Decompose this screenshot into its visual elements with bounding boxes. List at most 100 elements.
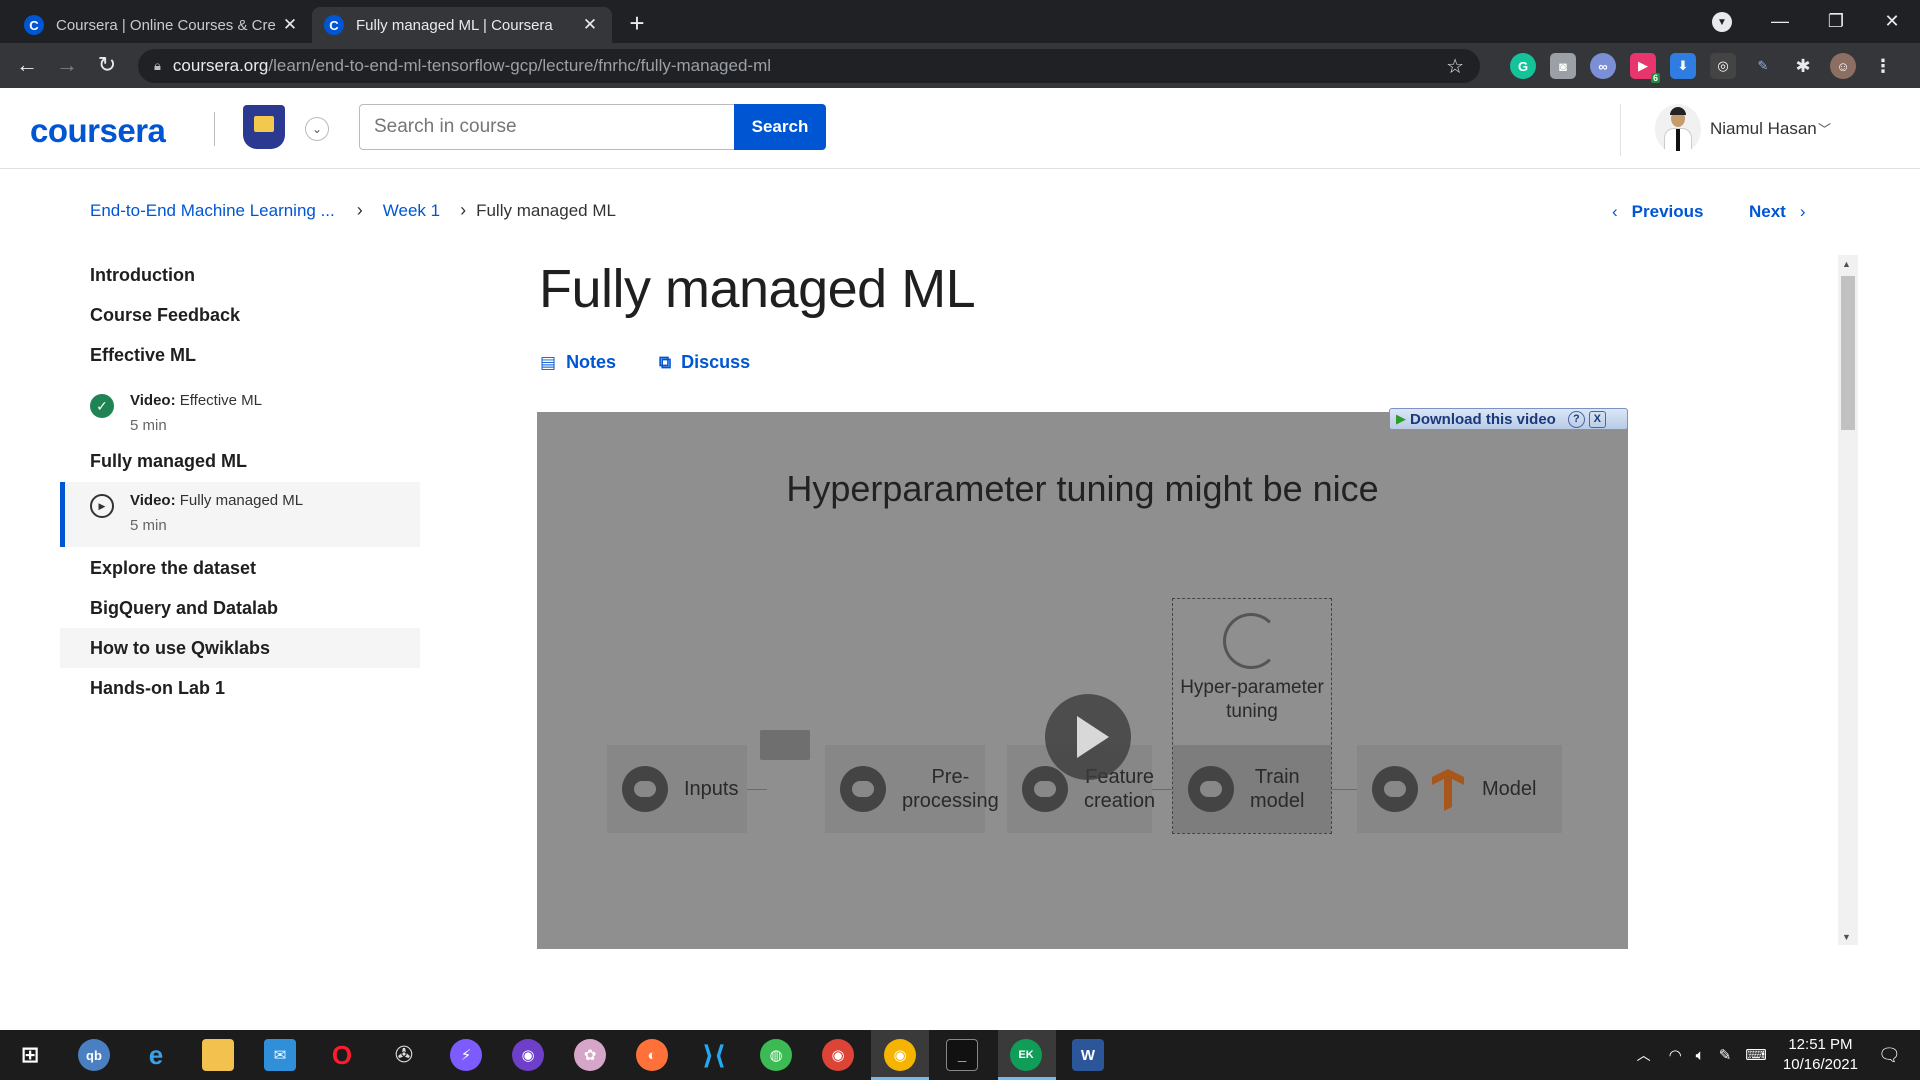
sidebar-item-qwiklabs[interactable]: How to use Qwiklabs <box>90 638 270 659</box>
messenger-icon[interactable]: ⚡ <box>450 1039 482 1071</box>
edge-icon[interactable]: e <box>140 1039 172 1071</box>
address-bar[interactable]: 🔒︎ coursera.org/learn/end-to-end-ml-tens… <box>138 49 1480 83</box>
forward-icon[interactable]: → <box>52 51 82 81</box>
grammarly-icon[interactable]: G <box>1510 53 1536 79</box>
sidebar-video-label: Video: Effective ML <box>130 392 263 409</box>
user-avatar[interactable] <box>1655 104 1701 154</box>
play-triangle-icon: ▶ <box>1396 411 1406 426</box>
breadcrumb: End-to-End Machine Learning ... › Week 1… <box>90 200 616 221</box>
vscode-icon[interactable]: ⟩⟨ <box>698 1039 730 1071</box>
sidebar-video-effective-ml[interactable]: ✓ Video: Effective ML 5 min <box>60 382 420 447</box>
search-in-course-input[interactable] <box>359 104 734 150</box>
previous-label: Previous <box>1631 202 1704 221</box>
new-tab-button[interactable]: + <box>622 8 652 39</box>
breadcrumb-week-link[interactable]: Week 1 <box>383 201 440 221</box>
tab-title: Fully managed ML | Coursera <box>356 16 553 34</box>
chrome-menu-icon[interactable]: ⋮ <box>1870 53 1896 79</box>
tensorflow-logo-icon <box>1430 767 1466 811</box>
site-header: coursera ⌄ Search Niamul Hasan ﹀ <box>0 88 1920 169</box>
restore-icon[interactable]: ❐ <box>1808 11 1864 32</box>
sidebar-item-course-feedback[interactable]: Course Feedback <box>90 305 240 326</box>
close-tab-icon[interactable]: ✕ <box>280 15 300 35</box>
sidebar-item-hands-on-lab-1[interactable]: Hands-on Lab 1 <box>90 678 225 699</box>
coursera-favicon-icon: C <box>324 15 344 35</box>
sidebar-item-fully-managed-ml[interactable]: Fully managed ML <box>90 451 247 472</box>
checkmark-complete-icon: ✓ <box>90 394 114 418</box>
scroll-up-icon[interactable]: ▲ <box>1842 259 1851 269</box>
user-name[interactable]: Niamul Hasan <box>1710 119 1817 139</box>
browser-toolbar: ← → ↻ 🔒︎ coursera.org/learn/end-to-end-m… <box>0 43 1920 88</box>
next-link[interactable]: Next › <box>1749 202 1806 222</box>
show-hidden-icons-icon[interactable]: ︿ <box>1637 1045 1651 1065</box>
chrome-profile-icon[interactable]: EK <box>1010 1039 1042 1071</box>
firefox-icon[interactable]: ◐ <box>636 1039 668 1071</box>
network-tool-icon[interactable]: ✇ <box>388 1039 420 1071</box>
app-icon[interactable]: ✿ <box>574 1039 606 1071</box>
browser-tab-fully-managed-ml[interactable]: C Fully managed ML | Coursera ✕ <box>312 7 612 43</box>
scroll-down-icon[interactable]: ▼ <box>1842 932 1851 942</box>
globe-app-icon[interactable]: ◍ <box>760 1039 792 1071</box>
system-clock[interactable]: 12:51 PM 10/16/2021 <box>1783 1035 1858 1075</box>
user-menu-chevron-icon[interactable]: ﹀ <box>1818 119 1831 138</box>
sidebar-item-introduction[interactable]: Introduction <box>90 265 195 286</box>
sidebar-item-explore-dataset[interactable]: Explore the dataset <box>90 558 256 579</box>
qbittorrent-icon[interactable]: qb <box>78 1039 110 1071</box>
chrome-icon[interactable]: ◉ <box>822 1039 854 1071</box>
breadcrumb-current: Fully managed ML <box>476 200 616 220</box>
play-video-button[interactable] <box>1045 694 1131 780</box>
coursera-logo[interactable]: coursera <box>30 112 166 150</box>
sidebar-video-fully-managed-ml[interactable]: ▶ Video: Fully managed ML 5 min <box>60 482 420 547</box>
browser-tab-bar: C Coursera | Online Courses & Cre ✕ C Fu… <box>0 0 1920 43</box>
terminal-icon[interactable]: _ <box>946 1039 978 1071</box>
sidebar-item-bigquery-datalab[interactable]: BigQuery and Datalab <box>90 598 278 619</box>
profile-avatar-icon[interactable]: ☺ <box>1830 53 1856 79</box>
reload-icon[interactable]: ↻ <box>92 51 122 81</box>
badge-extension-icon[interactable]: ▶ 6 <box>1630 53 1660 83</box>
camera-extension-icon[interactable]: ◙ <box>1550 53 1576 79</box>
eyedropper-extension-icon[interactable]: ✎ <box>1750 53 1776 79</box>
help-icon[interactable]: ? <box>1567 410 1585 428</box>
close-window-icon[interactable]: ✕ <box>1864 11 1920 32</box>
download-video-bar[interactable]: ▶ Download this video ? X <box>1389 408 1628 430</box>
storage-icon <box>622 766 668 812</box>
minimize-icon[interactable]: — <box>1752 11 1808 32</box>
opera-icon[interactable]: O <box>326 1039 358 1071</box>
cloud-icon <box>1022 766 1068 812</box>
volume-icon[interactable]: 🔈︎ <box>1696 1047 1705 1064</box>
previous-link[interactable]: ‹ Previous <box>1612 202 1703 222</box>
breadcrumb-course-link[interactable]: End-to-End Machine Learning ... <box>90 201 335 221</box>
chrome-canary-icon[interactable]: ◉ <box>884 1039 916 1071</box>
chatgpt-extension-icon[interactable]: ◎ <box>1710 53 1736 79</box>
sidebar-item-effective-ml[interactable]: Effective ML <box>90 345 196 366</box>
scrollbar-thumb[interactable] <box>1841 276 1855 430</box>
back-icon[interactable]: ← <box>12 51 42 81</box>
download-video-label: Download this video <box>1410 410 1556 428</box>
notification-icon[interactable]: 🗨︎ <box>1878 1045 1908 1066</box>
video-player[interactable]: Hyperparameter tuning might be nice Hype… <box>537 412 1628 949</box>
extension-icon[interactable]: ∞ <box>1590 53 1616 79</box>
browser-tab-coursera-home[interactable]: C Coursera | Online Courses & Cre ✕ <box>12 7 312 43</box>
search-button[interactable]: Search <box>734 104 826 150</box>
cloud-icon <box>1188 766 1234 812</box>
close-icon[interactable]: X <box>1588 410 1606 428</box>
pen-icon[interactable]: ✎ <box>1719 1046 1732 1064</box>
notes-link[interactable]: ▤ Notes <box>540 352 616 373</box>
slide-title: Hyperparameter tuning might be nice <box>786 468 1379 509</box>
mail-icon[interactable]: ✉ <box>264 1039 296 1071</box>
chevron-down-icon[interactable]: ⌄ <box>305 117 329 141</box>
github-icon[interactable]: ◉ <box>512 1039 544 1071</box>
puzzle-extensions-icon[interactable]: ✱ <box>1790 53 1816 79</box>
keyboard-icon[interactable]: ⌨ <box>1745 1046 1767 1064</box>
word-icon[interactable]: W <box>1072 1039 1104 1071</box>
tab-search-icon[interactable]: ▼ <box>1712 12 1732 32</box>
wifi-icon[interactable]: ◠ <box>1669 1046 1682 1064</box>
university-logo[interactable] <box>243 105 285 149</box>
close-tab-icon[interactable]: ✕ <box>580 15 600 35</box>
storage-icon <box>1372 766 1418 812</box>
discuss-link[interactable]: ⧉ Discuss <box>659 352 750 373</box>
bookmark-star-icon[interactable]: ☆ <box>1446 54 1464 79</box>
download-extension-icon[interactable]: ⬇ <box>1670 53 1696 79</box>
clock-time: 12:51 PM <box>1788 1036 1853 1053</box>
file-explorer-icon[interactable] <box>202 1039 234 1071</box>
windows-start-icon[interactable]: ⊞ <box>14 1039 46 1071</box>
